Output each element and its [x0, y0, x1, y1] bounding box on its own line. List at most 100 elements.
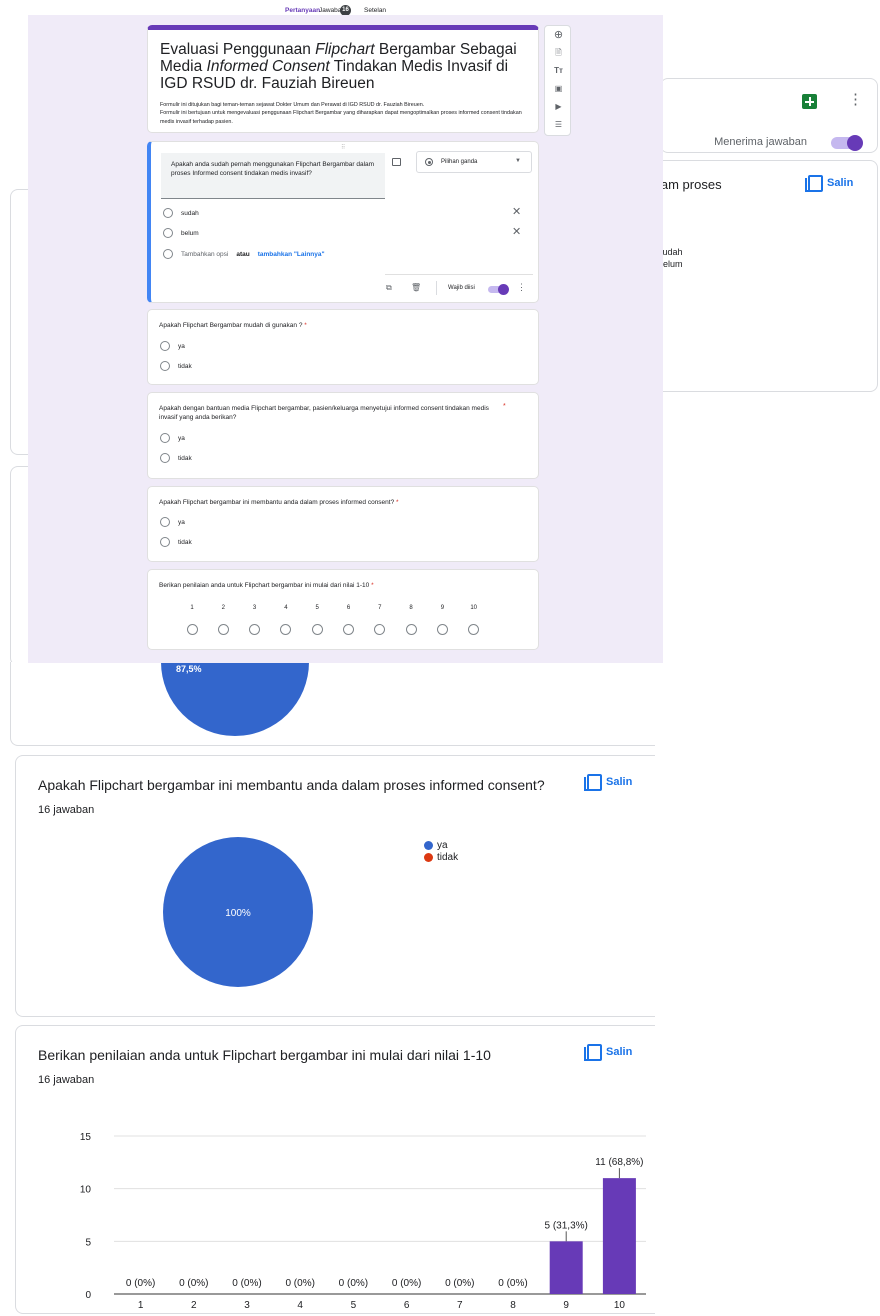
copy-chart-button[interactable]: Salin: [584, 774, 633, 791]
radio-icon: [160, 361, 170, 371]
question-text: Apakah dengan bantuan media Flipchart be…: [159, 405, 489, 421]
question-text: Berikan penilaian anda untuk Flipchart b…: [159, 582, 374, 589]
copy-label: Salin: [606, 776, 633, 788]
add-image-icon[interactable]: ▣: [545, 84, 572, 94]
question-card-q5[interactable]: Berikan penilaian anda untuk Flipchart b…: [147, 569, 539, 650]
x-tick-label: 4: [297, 1300, 303, 1311]
scale-radio[interactable]: [280, 624, 292, 635]
x-tick-label: 6: [404, 1300, 410, 1311]
radio-icon: [160, 537, 170, 547]
accepting-responses-label: Menerima jawaban: [714, 136, 807, 148]
tab-settings[interactable]: Setelan: [364, 7, 386, 14]
import-question-icon[interactable]: 🗎: [545, 48, 572, 58]
x-tick-label: 1: [138, 1300, 144, 1311]
question-card-q4[interactable]: Apakah Flipchart bergambar ini membantu …: [147, 486, 539, 562]
response-card-q2-edge: [10, 189, 30, 455]
option-row[interactable]: ya: [160, 340, 185, 352]
question-type-label: Pilihan ganda: [441, 159, 478, 165]
radio-button-icon: [425, 158, 433, 166]
y-tick-label: 5: [85, 1237, 91, 1248]
duplicate-icon[interactable]: ⧉: [386, 283, 392, 293]
option-row[interactable]: tidak: [160, 452, 192, 464]
form-description[interactable]: Formulir ini ditujukan bagi teman-teman …: [160, 101, 530, 126]
delete-icon[interactable]: 🗑: [411, 283, 421, 292]
radio-icon: [163, 208, 173, 218]
radio-icon: [160, 453, 170, 463]
remove-option-icon[interactable]: ✕: [512, 205, 521, 218]
more-vert-icon[interactable]: ⋮: [848, 92, 863, 107]
active-question-card[interactable]: ⠿ Apakah anda sudah pernah menggunakan F…: [147, 141, 539, 303]
legend-label: ya: [437, 839, 448, 851]
sheets-icon[interactable]: [802, 94, 817, 109]
required-label: Wajib diisi: [448, 285, 475, 291]
scale-label: 7: [378, 605, 382, 611]
bar-value-label: 5 (31,3%): [545, 1220, 588, 1231]
responses-summary-card: ⋮ Menerima jawaban: [660, 78, 878, 153]
option-row[interactable]: ya: [160, 516, 185, 528]
scale-radio[interactable]: [343, 624, 354, 635]
add-other-link[interactable]: tambahkan "Lainnya": [258, 251, 325, 258]
bar-value-label: 0 (0%): [445, 1278, 474, 1289]
question-card-q3[interactable]: Apakah dengan bantuan media Flipchart be…: [147, 392, 539, 479]
radio-icon: [160, 341, 170, 351]
option-row[interactable]: belum: [163, 227, 199, 239]
form-title-card[interactable]: Evaluasi Penggunaan Flipchart Bergambar …: [147, 25, 539, 133]
remove-option-icon[interactable]: ✕: [512, 225, 521, 238]
divider: [385, 274, 533, 275]
question-input[interactable]: Apakah anda sudah pernah menggunakan Fli…: [161, 153, 385, 199]
bar-value-label: 0 (0%): [232, 1278, 261, 1289]
q3-pie-chart: 87,5%: [161, 662, 309, 736]
scale-radio[interactable]: [374, 624, 386, 635]
accepting-responses-toggle[interactable]: [831, 135, 863, 151]
divider: [436, 281, 437, 295]
copy-icon: [805, 175, 823, 192]
y-tick-label: 0: [85, 1290, 91, 1301]
add-option-link[interactable]: Tambahkan opsi: [181, 251, 228, 258]
tab-questions[interactable]: Pertanyaan: [285, 7, 320, 14]
scale-radio[interactable]: [468, 624, 480, 635]
scale-label: 9: [440, 605, 445, 611]
scale-radio[interactable]: [186, 624, 198, 635]
option-row[interactable]: tidak: [160, 536, 192, 548]
question-text: Apakah Flipchart bergambar ini membantu …: [159, 499, 399, 506]
scale-radio[interactable]: [249, 624, 261, 635]
copy-label: Salin: [827, 177, 854, 189]
add-image-icon[interactable]: [392, 158, 401, 166]
legend-label: tidak: [437, 851, 459, 863]
option-row[interactable]: tidak: [160, 360, 192, 372]
response-card-q3: 87,5%: [10, 662, 655, 746]
more-vert-icon[interactable]: ⋮: [517, 282, 526, 293]
scale-radio[interactable]: [405, 624, 417, 635]
scale-radio[interactable]: [217, 624, 229, 635]
legend-item-ya: ya: [424, 839, 458, 851]
radio-icon: [160, 517, 170, 527]
x-tick-label: 10: [614, 1300, 626, 1311]
form-title[interactable]: Evaluasi Penggunaan Flipchart Bergambar …: [160, 41, 530, 92]
scale-label: 5: [315, 605, 319, 611]
question-card-q2[interactable]: Apakah Flipchart Bergambar mudah di guna…: [147, 309, 539, 385]
legend-item-tidak: tidak: [424, 851, 458, 863]
drag-handle-icon[interactable]: ⠿: [341, 144, 346, 151]
scale-radio[interactable]: [436, 624, 448, 635]
add-question-icon[interactable]: ⊕: [545, 30, 572, 41]
q4-pie-chart: 100%: [163, 837, 313, 987]
question-title: lam proses: [658, 177, 722, 192]
copy-chart-button[interactable]: Salin: [805, 175, 854, 192]
chart-legend: ya tidak: [424, 839, 458, 863]
required-toggle[interactable]: [488, 284, 509, 295]
response-card-q3-edge: [10, 466, 30, 666]
option-row[interactable]: sudah: [163, 207, 199, 219]
bar-value-label: 0 (0%): [392, 1278, 421, 1289]
pie-label: 87,5%: [176, 664, 202, 674]
option-row[interactable]: ya: [160, 432, 185, 444]
add-video-icon[interactable]: ▶: [545, 102, 572, 112]
response-card-q1: lam proses Salin sudah pelum: [655, 160, 878, 392]
add-section-icon[interactable]: ☰: [545, 120, 572, 130]
scale-radio[interactable]: [311, 624, 323, 635]
legend-swatch: [424, 840, 433, 850]
question-type-select[interactable]: Pilihan ganda ▼: [416, 151, 532, 173]
add-option-row[interactable]: Tambahkan opsi atau tambahkan "Lainnya": [163, 248, 325, 260]
y-tick-label: 10: [80, 1185, 92, 1196]
scale-label: 1: [190, 605, 194, 611]
add-title-icon[interactable]: Tт: [545, 66, 572, 76]
